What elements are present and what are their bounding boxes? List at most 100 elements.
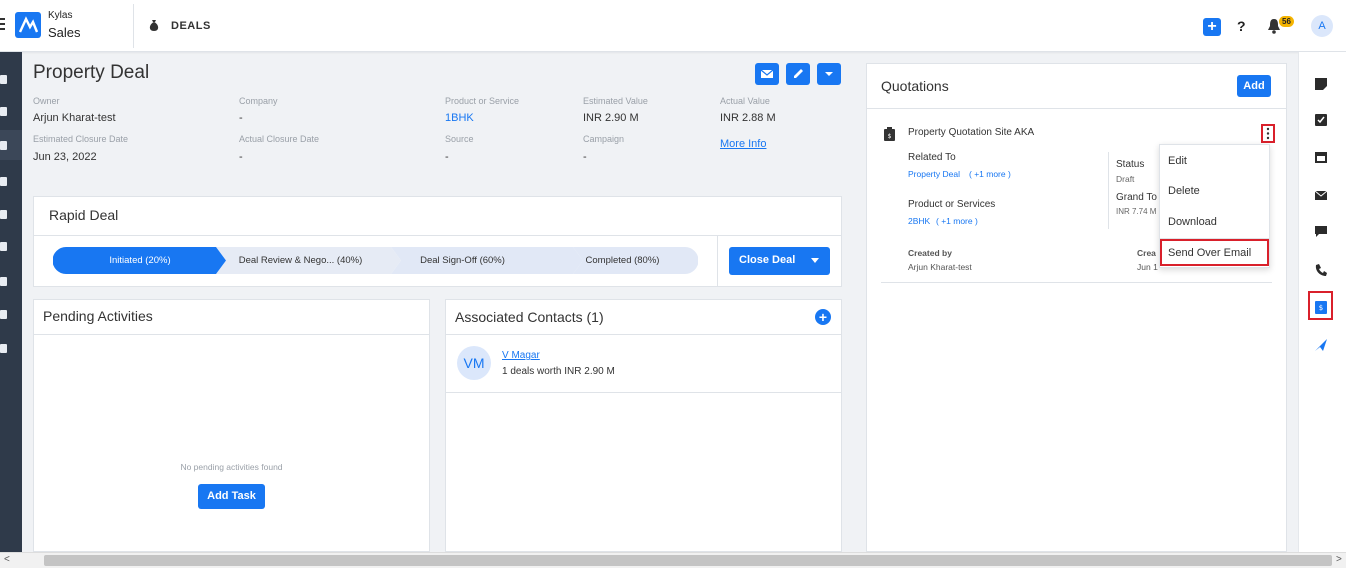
- top-bar: Kylas Sales DEALS + ? 56 A: [0, 0, 1346, 52]
- quotation-name[interactable]: Property Quotation Site AKA: [908, 127, 1034, 138]
- stage-initiated[interactable]: Initiated (20%): [60, 247, 220, 274]
- stage-completed[interactable]: Completed (80%): [570, 247, 675, 274]
- kylas-logo-icon[interactable]: [15, 12, 41, 38]
- documents-icon[interactable]: [0, 242, 7, 251]
- chat-icon[interactable]: [1314, 224, 1328, 238]
- quotations-title: Quotations: [881, 78, 949, 94]
- product-services-label: Product or Services: [908, 199, 996, 210]
- more-actions-button[interactable]: [817, 63, 841, 85]
- close-deal-button[interactable]: Close Deal: [729, 247, 830, 275]
- related-to-value[interactable]: Property Deal: [908, 169, 960, 179]
- email-button[interactable]: [755, 63, 779, 85]
- campaign-label: Campaign: [583, 134, 625, 144]
- add-quotation-button[interactable]: Add: [1237, 75, 1271, 97]
- created-by-value: Arjun Kharat-test: [908, 262, 972, 272]
- actual-closure-value: -: [239, 151, 243, 163]
- note-icon[interactable]: [1314, 77, 1328, 91]
- right-nav: $: [1298, 52, 1346, 552]
- pipeline-title: Rapid Deal: [49, 207, 119, 223]
- phone-icon[interactable]: [1314, 263, 1328, 277]
- add-task-button[interactable]: Add Task: [198, 484, 265, 509]
- menu-item-delete[interactable]: Delete: [1168, 185, 1200, 197]
- menu-item-download[interactable]: Download: [1168, 216, 1217, 228]
- actual-value-value: INR 2.88 M: [720, 112, 776, 124]
- calendar-icon[interactable]: [1314, 150, 1328, 164]
- product-value[interactable]: 1BHK: [445, 112, 474, 124]
- brand-product: Sales: [48, 25, 81, 40]
- actual-value-label: Actual Value: [720, 96, 770, 106]
- estimated-closure-label: Estimated Closure Date: [33, 134, 129, 144]
- close-deal-label: Close Deal: [739, 254, 796, 266]
- company-label: Company: [239, 96, 278, 106]
- menu-item-edit[interactable]: Edit: [1168, 155, 1187, 167]
- reports-icon[interactable]: [0, 344, 7, 353]
- page-title: Property Deal: [33, 62, 150, 83]
- grand-total-value: INR 7.74 M: [1116, 207, 1157, 216]
- divider: [133, 4, 134, 48]
- owner-value: Arjun Kharat-test: [33, 112, 116, 124]
- brand-name: Kylas: [48, 10, 73, 21]
- contacts-icon[interactable]: [0, 107, 7, 116]
- stage-deal-signoff[interactable]: Deal Sign-Off (60%): [400, 247, 525, 274]
- send-icon[interactable]: [1314, 338, 1328, 352]
- contact-detail: 1 deals worth INR 2.90 M: [502, 366, 615, 377]
- deals-icon[interactable]: [0, 141, 7, 150]
- menu-icon[interactable]: [0, 18, 6, 32]
- horizontal-scrollbar[interactable]: < >: [0, 552, 1346, 568]
- estimated-closure-value: Jun 23, 2022: [33, 151, 97, 163]
- money-bag-icon: [148, 19, 160, 32]
- estimated-value-label: Estimated Value: [583, 96, 648, 106]
- contact-name-link[interactable]: V Magar: [502, 350, 540, 361]
- stage-deal-review[interactable]: Deal Review & Nego... (40%): [228, 247, 373, 274]
- section-title: DEALS: [171, 20, 211, 32]
- quotation-doc-icon: $: [884, 127, 895, 141]
- owner-label: Owner: [33, 96, 60, 106]
- help-icon[interactable]: ?: [1237, 18, 1246, 34]
- created-on-value: Jun 1: [1137, 262, 1158, 272]
- add-contact-icon[interactable]: +: [815, 309, 831, 325]
- empty-state-text: No pending activities found: [180, 462, 283, 472]
- edit-button[interactable]: [786, 63, 810, 85]
- scrollbar-thumb[interactable]: [44, 555, 1332, 566]
- product-services-more[interactable]: ( +1 more ): [936, 216, 978, 226]
- avatar[interactable]: A: [1311, 15, 1333, 37]
- pending-activities-title: Pending Activities: [43, 308, 153, 324]
- product-services-value[interactable]: 2BHK: [908, 216, 930, 226]
- chevron-down-icon: [811, 258, 819, 263]
- source-label: Source: [445, 134, 474, 144]
- created-by-label: Created by: [908, 248, 952, 258]
- scroll-left-icon[interactable]: <: [4, 554, 10, 565]
- status-label: Status: [1116, 159, 1145, 170]
- associated-contacts-card: [445, 299, 842, 552]
- contact-avatar: VM: [457, 346, 491, 380]
- tasks-icon[interactable]: [0, 277, 7, 286]
- status-value: Draft: [1116, 174, 1135, 184]
- company-value: -: [239, 112, 243, 124]
- product-label: Product or Service: [445, 96, 520, 106]
- related-to-label: Related To: [908, 152, 956, 163]
- more-info-link[interactable]: More Info: [720, 138, 766, 150]
- quotation-icon-highlight: [1308, 291, 1333, 320]
- mail-icon[interactable]: [1314, 188, 1328, 202]
- associated-contacts-title: Associated Contacts (1): [455, 309, 604, 325]
- pending-activities-card: [33, 299, 430, 552]
- send-email-highlight: [1160, 239, 1269, 266]
- companies-icon[interactable]: [0, 210, 7, 219]
- calendar-icon[interactable]: [0, 310, 7, 319]
- created-on-label: Crea: [1137, 248, 1156, 258]
- source-value: -: [445, 151, 449, 163]
- actual-closure-label: Actual Closure Date: [239, 134, 320, 144]
- svg-text:$: $: [888, 133, 892, 140]
- estimated-value-value: INR 2.90 M: [583, 112, 639, 124]
- task-check-icon[interactable]: [1314, 113, 1328, 127]
- grand-total-label: Grand To: [1116, 192, 1157, 203]
- notification-badge: 56: [1279, 16, 1294, 27]
- kebab-highlight: [1261, 124, 1275, 143]
- related-to-more[interactable]: ( +1 more ): [969, 169, 1011, 179]
- add-icon[interactable]: +: [1203, 18, 1221, 36]
- leads-icon[interactable]: [0, 177, 7, 186]
- scroll-right-icon[interactable]: >: [1336, 554, 1342, 565]
- dashboard-icon[interactable]: [0, 75, 7, 84]
- campaign-value: -: [583, 151, 587, 163]
- left-nav: [0, 52, 22, 552]
